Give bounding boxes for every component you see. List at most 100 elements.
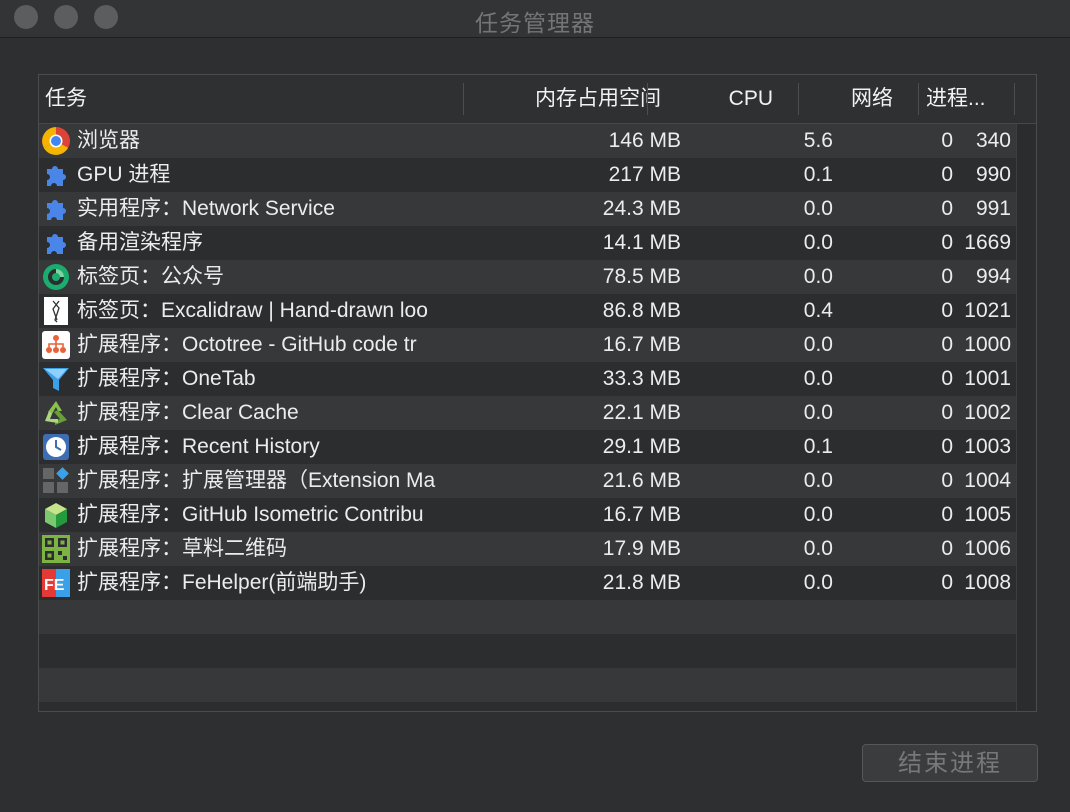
puzzle-icon <box>41 228 71 258</box>
svg-text:FE: FE <box>44 577 65 594</box>
network-value: 0 <box>941 333 953 356</box>
table-row[interactable]: 备用渲染程序 14.1 MB 0.0 0 1669 <box>39 226 1016 260</box>
table-row[interactable]: 标签页：公众号 78.5 MB 0.0 0 994 <box>39 260 1016 294</box>
funnel-icon <box>41 364 71 394</box>
title-bar: 任务管理器 <box>0 0 1070 38</box>
memory-value: 146 MB <box>608 129 681 152</box>
column-header-memory[interactable]: 内存占用空间 <box>464 75 661 123</box>
memory-value: 21.6 MB <box>602 469 681 492</box>
table-row[interactable]: 扩展程序：GitHub Isometric Contribu 16.7 MB 0.0… <box>39 498 1016 532</box>
process-id-value: 991 <box>975 197 1011 220</box>
network-value: 0 <box>941 401 953 424</box>
memory-value: 16.7 MB <box>602 503 681 526</box>
memory-value: 14.1 MB <box>602 231 681 254</box>
task-name: 标签页：Excalidraw | Hand-drawn loo <box>77 299 428 322</box>
octotree-icon <box>41 330 71 360</box>
network-value: 0 <box>941 163 953 186</box>
process-id-value: 1001 <box>964 367 1011 390</box>
process-id-value: 990 <box>975 163 1011 186</box>
table-row[interactable]: 浏览器 146 MB 5.6 0 340 <box>39 124 1016 158</box>
vertical-scrollbar[interactable] <box>1016 124 1036 711</box>
network-value: 0 <box>941 503 953 526</box>
table-row[interactable]: 扩展程序：草料二维码 17.9 MB 0.0 0 1006 <box>39 532 1016 566</box>
memory-value: 86.8 MB <box>602 299 681 322</box>
process-id-value: 1008 <box>964 571 1011 594</box>
table-row[interactable]: 扩展程序：Recent History 29.1 MB 0.1 0 1003 <box>39 430 1016 464</box>
table-header: 任务 内存占用空间 CPU 网络 进程... <box>39 75 1036 124</box>
task-name: 实用程序：Network Service <box>77 197 335 220</box>
column-header-cpu[interactable]: CPU <box>648 75 773 123</box>
end-process-button[interactable]: 结束进程 <box>862 744 1038 782</box>
task-name: GPU 进程 <box>77 163 171 186</box>
network-value: 0 <box>941 231 953 254</box>
column-header-task[interactable]: 任务 <box>45 75 465 123</box>
table-body: 浏览器 146 MB 5.6 0 340 GPU 进程 217 MB 0.1 0 990 实用程序：… <box>39 124 1016 702</box>
task-name: 扩展程序：OneTab <box>77 367 256 390</box>
column-header-pid[interactable]: 进程... <box>926 75 1016 123</box>
process-table: 任务 内存占用空间 CPU 网络 进程... 浏览器 146 MB 5.6 0 340 G… <box>38 74 1037 712</box>
history-icon <box>41 432 71 462</box>
excalidraw-icon <box>41 296 71 326</box>
puzzle-icon <box>41 194 71 224</box>
process-id-value: 1000 <box>964 333 1011 356</box>
table-row[interactable]: GPU 进程 217 MB 0.1 0 990 <box>39 158 1016 192</box>
memory-value: 78.5 MB <box>602 265 681 288</box>
network-value: 0 <box>941 367 953 390</box>
network-value: 0 <box>941 265 953 288</box>
task-name: 浏览器 <box>77 129 140 152</box>
table-row[interactable]: 实用程序：Network Service 24.3 MB 0.0 0 991 <box>39 192 1016 226</box>
window-title: 任务管理器 <box>475 10 595 36</box>
empty-row <box>39 668 1016 702</box>
cpu-value: 0.1 <box>803 435 833 458</box>
task-name: 扩展程序：Octotree - GitHub code tr <box>77 333 417 356</box>
cpu-value: 0.0 <box>803 503 833 526</box>
cpu-value: 0.0 <box>803 197 833 220</box>
process-id-value: 1004 <box>964 469 1011 492</box>
puzzle-icon <box>41 160 71 190</box>
cpu-value: 0.0 <box>803 469 833 492</box>
cpu-value: 0.0 <box>803 537 833 560</box>
process-id-value: 1006 <box>964 537 1011 560</box>
network-value: 0 <box>941 469 953 492</box>
process-id-value: 1002 <box>964 401 1011 424</box>
memory-value: 21.8 MB <box>602 571 681 594</box>
memory-value: 17.9 MB <box>602 537 681 560</box>
network-value: 0 <box>941 299 953 322</box>
cpu-value: 0.0 <box>803 265 833 288</box>
task-name: 扩展程序：FeHelper(前端助手) <box>77 571 367 594</box>
cpu-value: 0.0 <box>803 571 833 594</box>
memory-value: 16.7 MB <box>602 333 681 356</box>
empty-row <box>39 600 1016 634</box>
cpu-value: 5.6 <box>803 129 833 152</box>
process-id-value: 1005 <box>964 503 1011 526</box>
process-id-value: 1003 <box>964 435 1011 458</box>
isometric-icon <box>41 500 71 530</box>
table-row[interactable]: 扩展程序：OneTab 33.3 MB 0.0 0 1001 <box>39 362 1016 396</box>
task-name: 扩展程序：GitHub Isometric Contribu <box>77 503 424 526</box>
network-value: 0 <box>941 197 953 220</box>
wechat-green-icon <box>41 262 71 292</box>
cpu-value: 0.0 <box>803 333 833 356</box>
process-id-value: 1669 <box>964 231 1011 254</box>
process-id-value: 340 <box>975 129 1011 152</box>
task-name: 备用渲染程序 <box>77 231 203 254</box>
column-header-network[interactable]: 网络 <box>799 75 893 123</box>
qrcode-icon <box>41 534 71 564</box>
cpu-value: 0.1 <box>803 163 833 186</box>
fehelper-icon: FE <box>41 568 71 598</box>
chrome-icon <box>41 126 71 156</box>
table-row[interactable]: 扩展程序：Octotree - GitHub code tr 16.7 MB 0.0… <box>39 328 1016 362</box>
table-row[interactable]: 扩展程序：Clear Cache 22.1 MB 0.0 0 1002 <box>39 396 1016 430</box>
network-value: 0 <box>941 129 953 152</box>
table-row[interactable]: 扩展程序：扩展管理器（Extension Ma 21.6 MB 0.0 0 1004 <box>39 464 1016 498</box>
table-row[interactable]: 标签页：Excalidraw | Hand-drawn loo 86.8 MB 0.… <box>39 294 1016 328</box>
table-row[interactable]: FE 扩展程序：FeHelper(前端助手) 21.8 MB 0.0 0 1008 <box>39 566 1016 600</box>
cpu-value: 0.4 <box>803 299 833 322</box>
network-value: 0 <box>941 435 953 458</box>
task-name: 扩展程序：草料二维码 <box>77 537 287 560</box>
network-value: 0 <box>941 537 953 560</box>
process-id-value: 994 <box>975 265 1011 288</box>
memory-value: 24.3 MB <box>602 197 681 220</box>
task-name: 扩展程序：Clear Cache <box>77 401 299 424</box>
cpu-value: 0.0 <box>803 231 833 254</box>
